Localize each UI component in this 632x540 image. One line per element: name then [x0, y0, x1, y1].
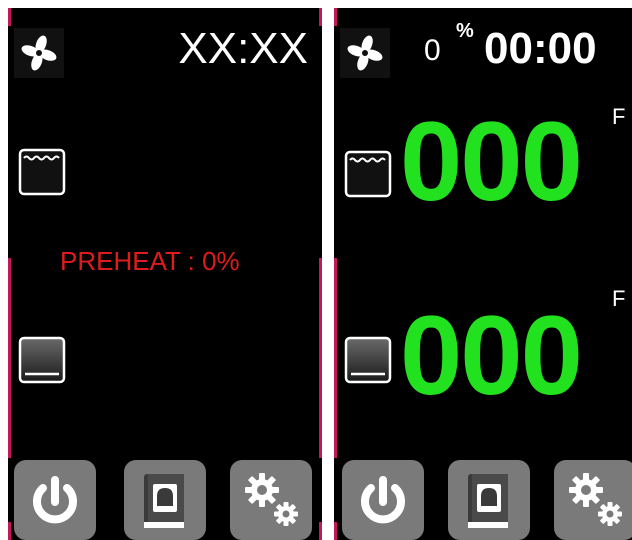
- preheat-status: PREHEAT : 0%: [60, 246, 240, 276]
- upper-oven-icon[interactable]: [18, 148, 66, 201]
- frame-edge: [319, 258, 322, 458]
- upper-oven-temperature[interactable]: 000: [400, 106, 583, 218]
- fan-icon[interactable]: [14, 28, 64, 78]
- frame-corner: [8, 8, 11, 26]
- frame-corner: [319, 522, 322, 540]
- power-button[interactable]: [342, 460, 424, 540]
- fan-icon[interactable]: [340, 28, 390, 78]
- cooking-screen: 0 % 00:00 000 F 000 F: [334, 8, 632, 540]
- settings-button[interactable]: [554, 460, 632, 540]
- frame-corner: [8, 522, 11, 540]
- recipe-book-icon: [144, 474, 184, 528]
- recipe-book-button[interactable]: [124, 460, 206, 540]
- frame-edge: [334, 258, 337, 458]
- clock-display: XX:XX: [178, 24, 308, 73]
- power-button[interactable]: [14, 460, 96, 540]
- upper-oven-icon[interactable]: [344, 150, 392, 203]
- clock-display: 00:00: [484, 24, 597, 73]
- fan-percent-symbol: %: [456, 20, 474, 42]
- power-icon: [361, 476, 405, 524]
- frame-edge: [8, 258, 11, 458]
- upper-temp-unit: F: [612, 104, 626, 129]
- frame-corner: [334, 8, 337, 26]
- lower-oven-icon[interactable]: [18, 336, 66, 389]
- recipe-book-icon: [468, 474, 508, 528]
- power-icon: [33, 476, 77, 524]
- recipe-book-button[interactable]: [448, 460, 530, 540]
- settings-button[interactable]: [230, 460, 312, 540]
- fan-percent-value: 0: [424, 34, 441, 67]
- preheat-screen: XX:XX PREHEAT : 0%: [8, 8, 322, 540]
- lower-temp-unit: F: [612, 286, 626, 311]
- frame-corner: [319, 8, 322, 26]
- lower-oven-icon[interactable]: [344, 336, 392, 389]
- settings-gears-icon: [245, 473, 298, 526]
- frame-corner: [334, 522, 337, 540]
- lower-oven-temperature[interactable]: 000: [400, 300, 583, 412]
- settings-gears-icon: [569, 473, 622, 526]
